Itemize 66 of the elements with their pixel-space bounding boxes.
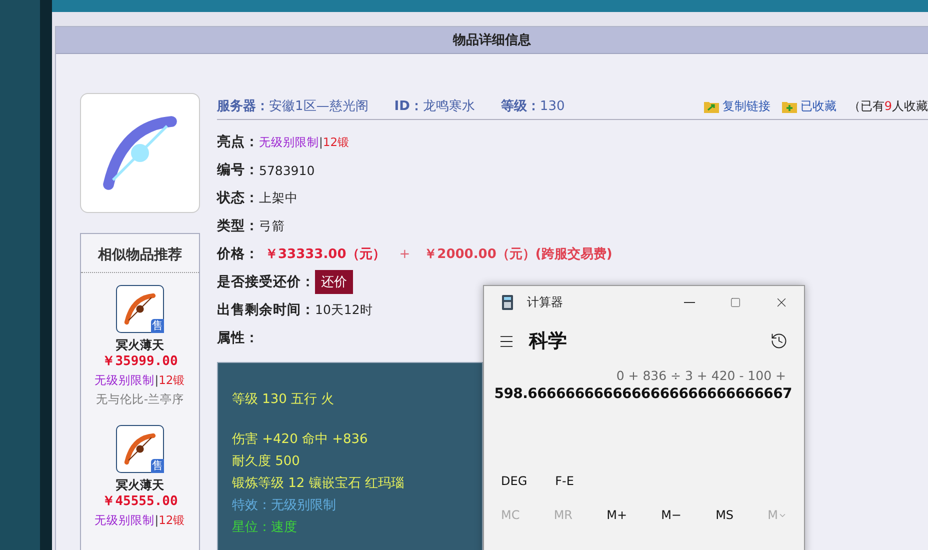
history-icon	[770, 332, 788, 350]
attribute-line: 耐久度 500	[232, 453, 301, 471]
tag-text: 无级别限制	[259, 135, 319, 149]
panel-title: 物品详细信息	[56, 27, 928, 54]
attribute-line: 星位：速度	[232, 519, 298, 537]
id-value: 龙鸣寒水	[422, 98, 475, 115]
attribute-line: 特效：无级别限制	[232, 497, 337, 515]
item-thumbnail[interactable]: 售	[116, 425, 164, 473]
mode-title: 科学	[529, 329, 567, 354]
field-label: 价格：	[217, 245, 259, 263]
field-value: 5783910	[259, 162, 315, 178]
item-price: ￥35999.00	[102, 353, 178, 371]
item-thumbnail[interactable]: 售	[116, 285, 164, 333]
folder-arrow-icon	[704, 100, 720, 112]
id-label: ID：	[394, 98, 423, 115]
tag-text: 12锻	[322, 135, 350, 149]
field-value: 弓箭	[259, 218, 285, 234]
level-value: 130	[540, 98, 565, 114]
item-name[interactable]: 冥火薄天	[116, 337, 164, 353]
tag-text: 12锻	[158, 513, 186, 527]
level-label: 等级：	[500, 98, 540, 115]
item-price: ￥45555.00	[102, 493, 178, 511]
attribute-line: 锻炼等级 12 镶嵌宝石 红玛瑙	[232, 475, 405, 493]
folder-plus-icon	[782, 100, 798, 112]
counter-offer-button[interactable]: 还价	[315, 270, 353, 294]
history-button[interactable]	[770, 332, 788, 350]
field-label: 类型：	[217, 217, 259, 235]
field-value: 10天12时	[315, 302, 373, 318]
sale-badge: 售	[151, 319, 164, 333]
calculator-icon	[502, 294, 513, 310]
memory-button[interactable]: M−	[661, 508, 682, 522]
fee-text: ￥2000.00（元）(跨服交易费)	[424, 246, 612, 263]
separator-text: |	[319, 135, 323, 149]
sale-badge: 售	[151, 459, 164, 473]
maximize-icon	[730, 296, 740, 308]
field-label: 是否接受还价：	[217, 273, 315, 291]
tag-text: 无级别限制	[94, 513, 155, 527]
field-label: 编号：	[217, 161, 259, 179]
server-label: 服务器：	[217, 98, 269, 115]
memory-button[interactable]: MS	[716, 508, 734, 522]
copy-link[interactable]: 复制链接	[704, 98, 770, 114]
result-display: 598.6666666666666666666666666667	[493, 385, 793, 402]
field-label: 属性：	[217, 329, 259, 347]
expression-text: 0 + 836 ÷ 3 + 420 - 100 +	[615, 367, 787, 383]
separator-text: |	[154, 373, 159, 387]
favorite-count-text: （已有9人收藏	[848, 98, 928, 114]
tag-text: 12锻	[158, 373, 186, 387]
separator-text: |	[154, 513, 159, 527]
favorite-link[interactable]: 已收藏	[782, 98, 836, 114]
memory-button[interactable]: M+	[606, 508, 628, 522]
attribute-line: 伤害 +420 命中 +836	[232, 431, 369, 449]
field-label: 出售剩余时间：	[217, 301, 315, 319]
window-title: 计算器	[527, 294, 563, 310]
mode-toggle-button[interactable]: F-E	[555, 474, 574, 488]
plus-text: +	[399, 246, 410, 262]
item-name[interactable]: 冥火薄天	[116, 477, 164, 493]
field-label: 状态：	[217, 189, 259, 207]
field-label: 亮点：	[217, 133, 259, 151]
tag-text: 无级别限制	[94, 373, 155, 387]
mode-toggle-button[interactable]: DEG	[501, 474, 528, 488]
server-text: 无与伦比-兰亭序	[96, 391, 184, 408]
similar-items-title: 相似物品推荐	[81, 234, 199, 273]
field-value: 上架中	[259, 190, 298, 206]
price-text: ￥33333.00（元）	[265, 246, 386, 263]
attribute-line: 等级 130 五行 火	[232, 391, 336, 409]
server-value: 安徽1区—慈光阁	[269, 98, 368, 115]
